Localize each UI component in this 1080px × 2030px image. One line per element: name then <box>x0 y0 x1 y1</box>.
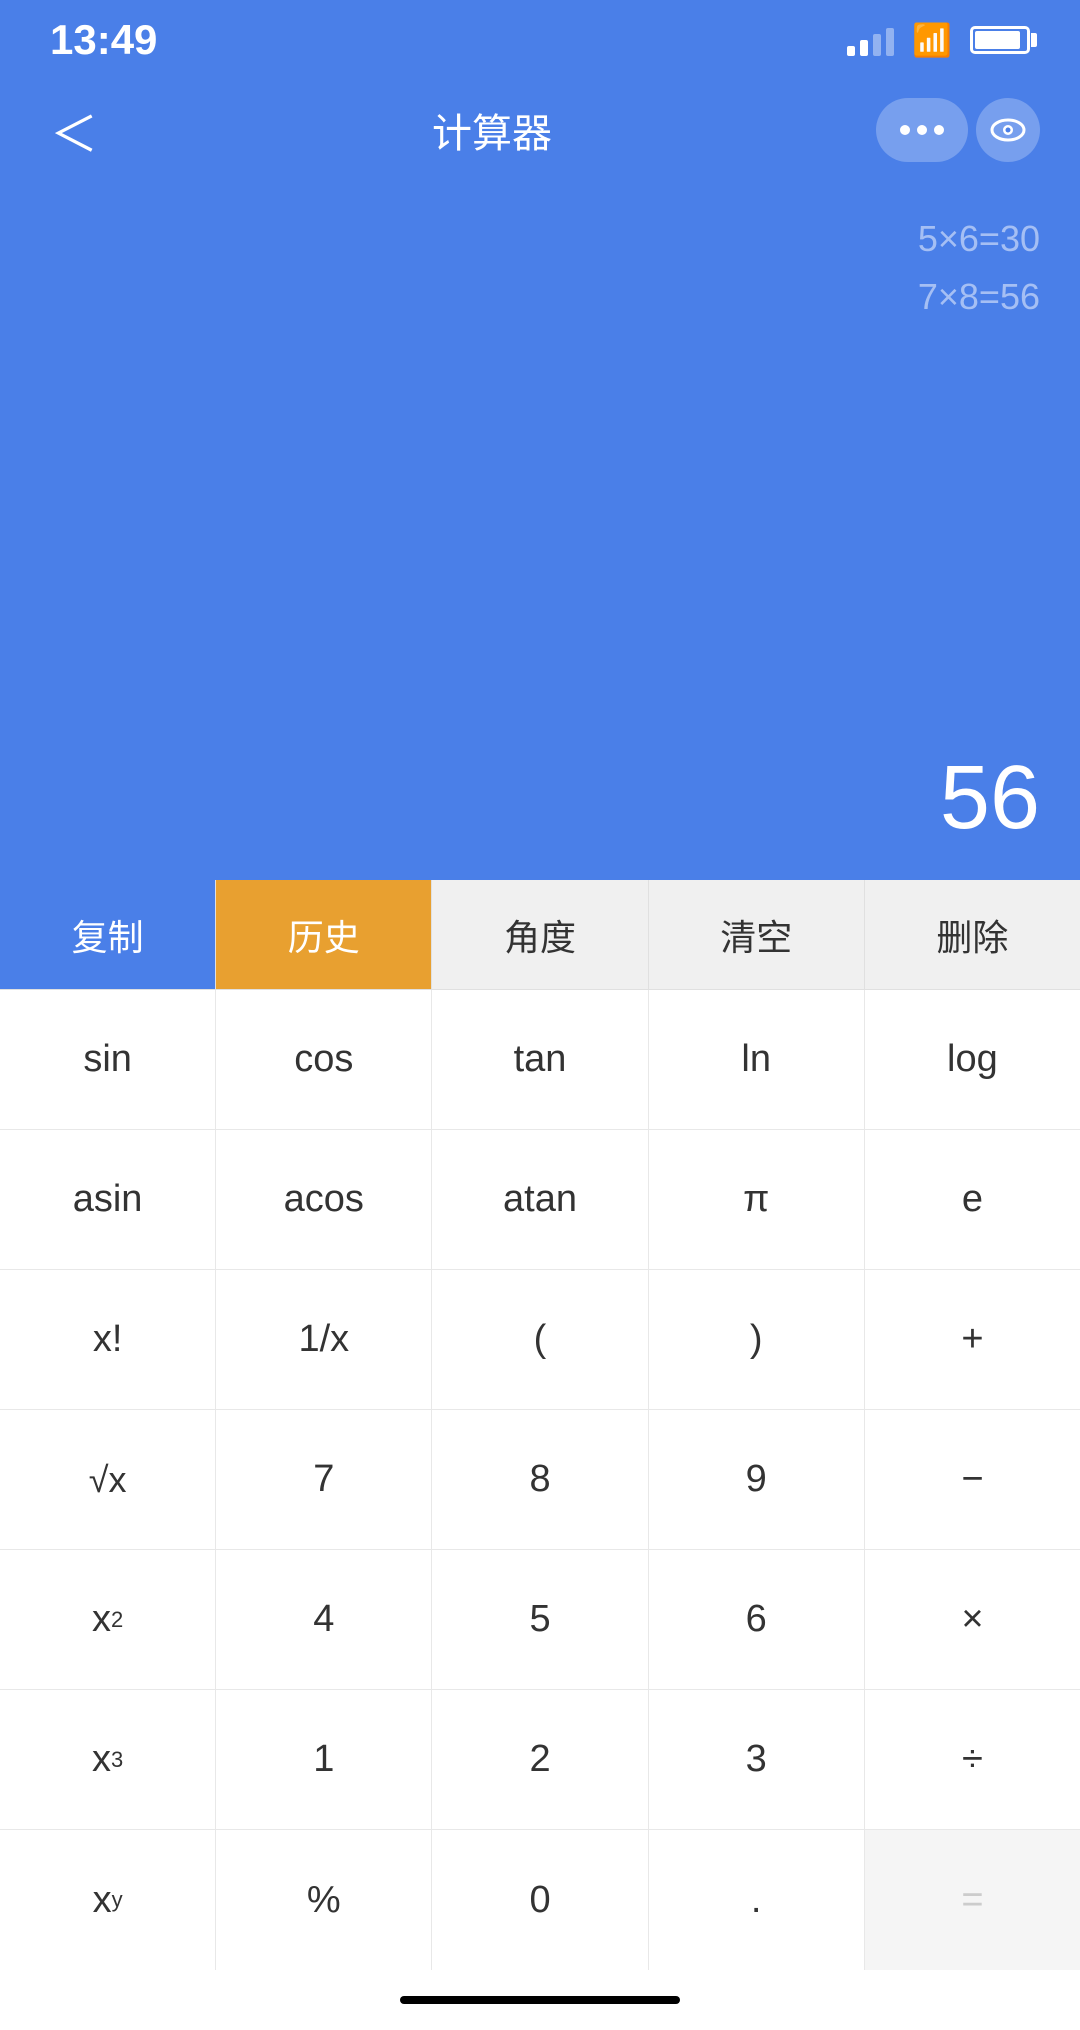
display-area: 5×6=30 7×8=56 56 <box>0 180 1080 880</box>
acos-key[interactable]: acos <box>216 1130 432 1269</box>
history-line-2: 7×8=56 <box>918 268 1040 326</box>
back-button[interactable]: ＜ <box>40 85 108 175</box>
minus-key[interactable]: − <box>865 1410 1080 1549</box>
header: ＜ 计算器 <box>0 80 1080 180</box>
home-indicator <box>0 1970 1080 2030</box>
open-paren-key[interactable]: ( <box>432 1270 648 1409</box>
dots-icon <box>900 125 944 135</box>
2-key[interactable]: 2 <box>432 1690 648 1829</box>
sqrt-key[interactable]: √x <box>0 1410 216 1549</box>
percent-key[interactable]: % <box>216 1830 432 1970</box>
keypad-row-4: √x 7 8 9 − <box>0 1410 1080 1550</box>
4-key[interactable]: 4 <box>216 1550 432 1689</box>
eye-button[interactable] <box>976 98 1040 162</box>
ln-key[interactable]: ln <box>649 990 865 1129</box>
keypad-row-1: sin cos tan ln log <box>0 990 1080 1130</box>
battery-icon <box>970 26 1030 54</box>
decimal-key[interactable]: . <box>649 1830 865 1970</box>
reciprocal-key[interactable]: 1/x <box>216 1270 432 1409</box>
5-key[interactable]: 5 <box>432 1550 648 1689</box>
status-bar: 13:49 📶 <box>0 0 1080 80</box>
asin-key[interactable]: asin <box>0 1130 216 1269</box>
action-row: 复制 历史 角度 清空 删除 <box>0 880 1080 990</box>
atan-key[interactable]: atan <box>432 1130 648 1269</box>
log-key[interactable]: log <box>865 990 1080 1129</box>
3-key[interactable]: 3 <box>649 1690 865 1829</box>
cos-key[interactable]: cos <box>216 990 432 1129</box>
keypad-row-7: xy % 0 . = <box>0 1830 1080 1970</box>
page-title: 计算器 <box>432 101 552 159</box>
more-button[interactable] <box>876 98 968 162</box>
6-key[interactable]: 6 <box>649 1550 865 1689</box>
e-key[interactable]: e <box>865 1130 1080 1269</box>
close-paren-key[interactable]: ) <box>649 1270 865 1409</box>
9-key[interactable]: 9 <box>649 1410 865 1549</box>
cube-key[interactable]: x3 <box>0 1690 216 1829</box>
sin-key[interactable]: sin <box>0 990 216 1129</box>
wifi-icon: 📶 <box>912 21 952 59</box>
history-line-1: 5×6=30 <box>918 210 1040 268</box>
status-icons: 📶 <box>847 21 1030 59</box>
divide-key[interactable]: ÷ <box>865 1690 1080 1829</box>
keypad-row-3: x! 1/x ( ) + <box>0 1270 1080 1410</box>
tan-key[interactable]: tan <box>432 990 648 1129</box>
power-key[interactable]: xy <box>0 1830 216 1970</box>
8-key[interactable]: 8 <box>432 1410 648 1549</box>
square-key[interactable]: x2 <box>0 1550 216 1689</box>
copy-button[interactable]: 复制 <box>0 880 216 989</box>
header-actions <box>876 98 1040 162</box>
1-key[interactable]: 1 <box>216 1690 432 1829</box>
history-display: 5×6=30 7×8=56 <box>918 210 1040 325</box>
keypad-row-2: asin acos atan π e <box>0 1130 1080 1270</box>
signal-icon <box>847 24 894 56</box>
keypad-row-5: x2 4 5 6 × <box>0 1550 1080 1690</box>
angle-button[interactable]: 角度 <box>432 880 648 989</box>
factorial-key[interactable]: x! <box>0 1270 216 1409</box>
status-time: 13:49 <box>50 16 157 64</box>
multiply-key[interactable]: × <box>865 1550 1080 1689</box>
keypad: sin cos tan ln log asin acos atan π e x!… <box>0 990 1080 1970</box>
0-key[interactable]: 0 <box>432 1830 648 1970</box>
plus-key[interactable]: + <box>865 1270 1080 1409</box>
current-result: 56 <box>940 747 1040 850</box>
clear-button[interactable]: 清空 <box>649 880 865 989</box>
equals-key[interactable]: = <box>865 1830 1080 1970</box>
home-bar <box>400 1996 680 2004</box>
eye-icon <box>990 116 1026 144</box>
pi-key[interactable]: π <box>649 1130 865 1269</box>
delete-button[interactable]: 删除 <box>865 880 1080 989</box>
7-key[interactable]: 7 <box>216 1410 432 1549</box>
keypad-row-6: x3 1 2 3 ÷ <box>0 1690 1080 1830</box>
history-button[interactable]: 历史 <box>216 880 432 989</box>
